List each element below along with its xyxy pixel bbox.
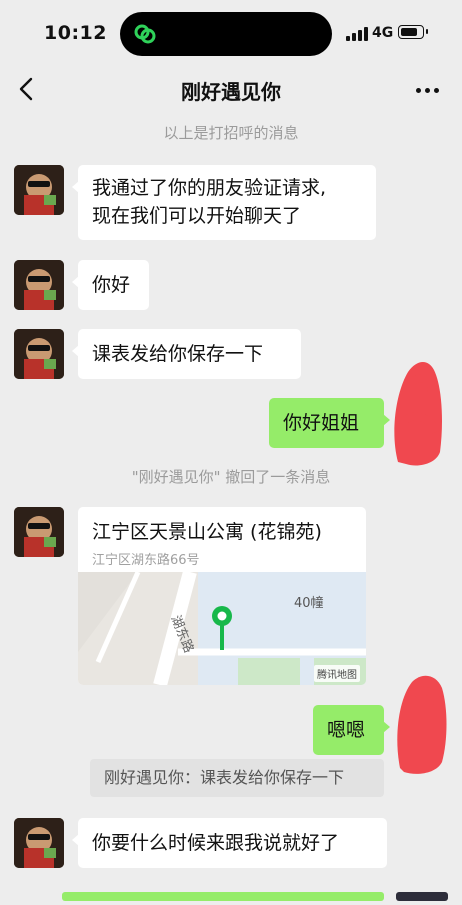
more-dots-icon[interactable] — [416, 88, 442, 94]
redaction-scribble — [394, 361, 442, 466]
message-line: 嗯嗯 — [327, 719, 366, 741]
link-icon — [134, 24, 156, 44]
message-bubble-self[interactable]: 嗯嗯 — [313, 705, 390, 755]
quoted-message[interactable]: 刚好遇见你：课表发给你保存一下 — [90, 759, 384, 797]
recall-notice: "刚好遇见你" 撤回了一条消息 — [131, 468, 331, 486]
message-bubble[interactable]: 你要什么时候来跟我说就好了 — [72, 818, 387, 868]
message-line: 你好 — [92, 274, 131, 296]
status-bar: 10:12 4G — [0, 0, 462, 64]
location-name: 江宁区天景山公寓 (花锦苑) — [92, 521, 322, 543]
message-line: 你好姐姐 — [283, 412, 360, 434]
avatar[interactable] — [14, 165, 64, 215]
chat-title: 刚好遇见你 — [181, 80, 281, 104]
location-card[interactable]: 江宁区天景山公寓 (花锦苑) 江宁区湖东路66号 40幢 湖东路 腾讯地图 — [78, 507, 366, 685]
message-bubble-self[interactable]: 你好姐姐 — [269, 398, 390, 448]
message-bubble[interactable]: 我通过了你的朋友验证请求, 现在我们可以开始聊天了 — [72, 165, 376, 240]
map-preview[interactable]: 40幢 湖东路 腾讯地图 — [78, 570, 366, 685]
network-type: 4G — [372, 25, 394, 41]
message-bubble[interactable]: 课表发给你保存一下 — [72, 329, 301, 379]
message-line: 现在我们可以开始聊天了 — [92, 205, 302, 227]
next-message-preview — [0, 886, 462, 901]
clock: 10:12 — [44, 22, 107, 44]
avatar[interactable] — [14, 329, 64, 379]
avatar[interactable] — [14, 260, 64, 310]
system-greeting-notice: 以上是打招呼的消息 — [163, 124, 299, 142]
battery-icon — [398, 25, 428, 39]
message-line: 你要什么时候来跟我说就好了 — [92, 832, 340, 854]
map-brand: 腾讯地图 — [314, 665, 360, 682]
signal-icon — [346, 27, 368, 41]
location-address: 江宁区湖东路66号 — [92, 553, 200, 568]
message-line: 我通过了你的朋友验证请求, — [92, 177, 327, 199]
avatar[interactable] — [14, 507, 64, 557]
chat-header: 刚好遇见你 — [0, 64, 462, 114]
map-building-label: 40幢 — [294, 596, 324, 611]
avatar[interactable] — [14, 818, 64, 868]
redaction-scribble — [397, 675, 447, 774]
dynamic-island — [120, 12, 332, 56]
message-line: 课表发给你保存一下 — [92, 343, 264, 365]
battery-fill — [401, 28, 418, 36]
message-bubble[interactable]: 你好 — [72, 260, 149, 310]
